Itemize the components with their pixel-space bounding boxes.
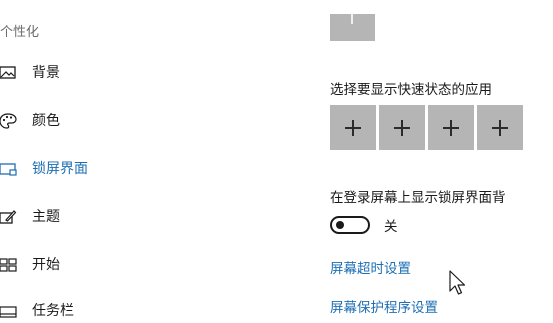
signin-background-toggle[interactable] (330, 216, 370, 234)
theme-brush-icon (0, 210, 17, 224)
sidebar-item-background[interactable]: 背景 (0, 61, 260, 85)
section-title: 个性化 (0, 25, 40, 40)
toggle-knob (336, 221, 344, 229)
sidebar-item-start[interactable]: 开始 (0, 253, 260, 277)
sidebar-item-taskbar[interactable]: 任务栏 (0, 299, 260, 323)
sidebar-item-label: 背景 (32, 65, 60, 81)
sidebar-item-lock-screen[interactable]: 锁屏界面 (0, 157, 260, 181)
quick-status-tile-2[interactable] (379, 105, 425, 150)
toggle-state-label: 关 (384, 219, 398, 235)
sidebar-item-label: 颜色 (32, 113, 60, 129)
quick-status-heading: 选择要显示快速状态的应用 (330, 82, 492, 98)
sidebar-item-label: 开始 (32, 257, 60, 273)
mouse-cursor-icon (449, 270, 466, 295)
start-layout-icon (0, 258, 17, 272)
quick-status-tiles (330, 105, 523, 150)
sidebar-item-colors[interactable]: 颜色 (0, 109, 260, 133)
sidebar-item-themes[interactable]: 主题 (0, 205, 260, 229)
sidebar-item-label: 任务栏 (32, 303, 74, 319)
plus-icon-stroke (352, 120, 354, 136)
picture-icon (0, 66, 16, 79)
plus-icon-stroke (401, 120, 403, 136)
lock-screen-icon (0, 163, 17, 176)
sidebar: 个性化 背景 颜色 锁屏界面 主题 开始 任务栏 (0, 0, 300, 319)
plus-icon-stroke (499, 120, 501, 136)
plus-icon-stroke (450, 120, 452, 136)
plus-icon (351, 14, 353, 24)
taskbar-icon (0, 306, 17, 318)
screensaver-link[interactable]: 屏幕保护程序设置 (330, 296, 438, 316)
palette-icon (0, 113, 17, 129)
signin-background-heading: 在登录屏幕上显示锁屏界面背 (330, 190, 506, 206)
sidebar-item-label: 主题 (32, 209, 60, 225)
screen-timeout-link[interactable]: 屏幕超时设置 (330, 257, 411, 277)
quick-status-tile-3[interactable] (428, 105, 474, 150)
quick-app-tile-partial[interactable] (330, 14, 375, 41)
quick-status-tile-4[interactable] (477, 105, 523, 150)
signin-background-toggle-row: 关 (330, 215, 398, 235)
quick-status-tile-1[interactable] (330, 105, 376, 150)
sidebar-item-label: 锁屏界面 (32, 161, 88, 177)
